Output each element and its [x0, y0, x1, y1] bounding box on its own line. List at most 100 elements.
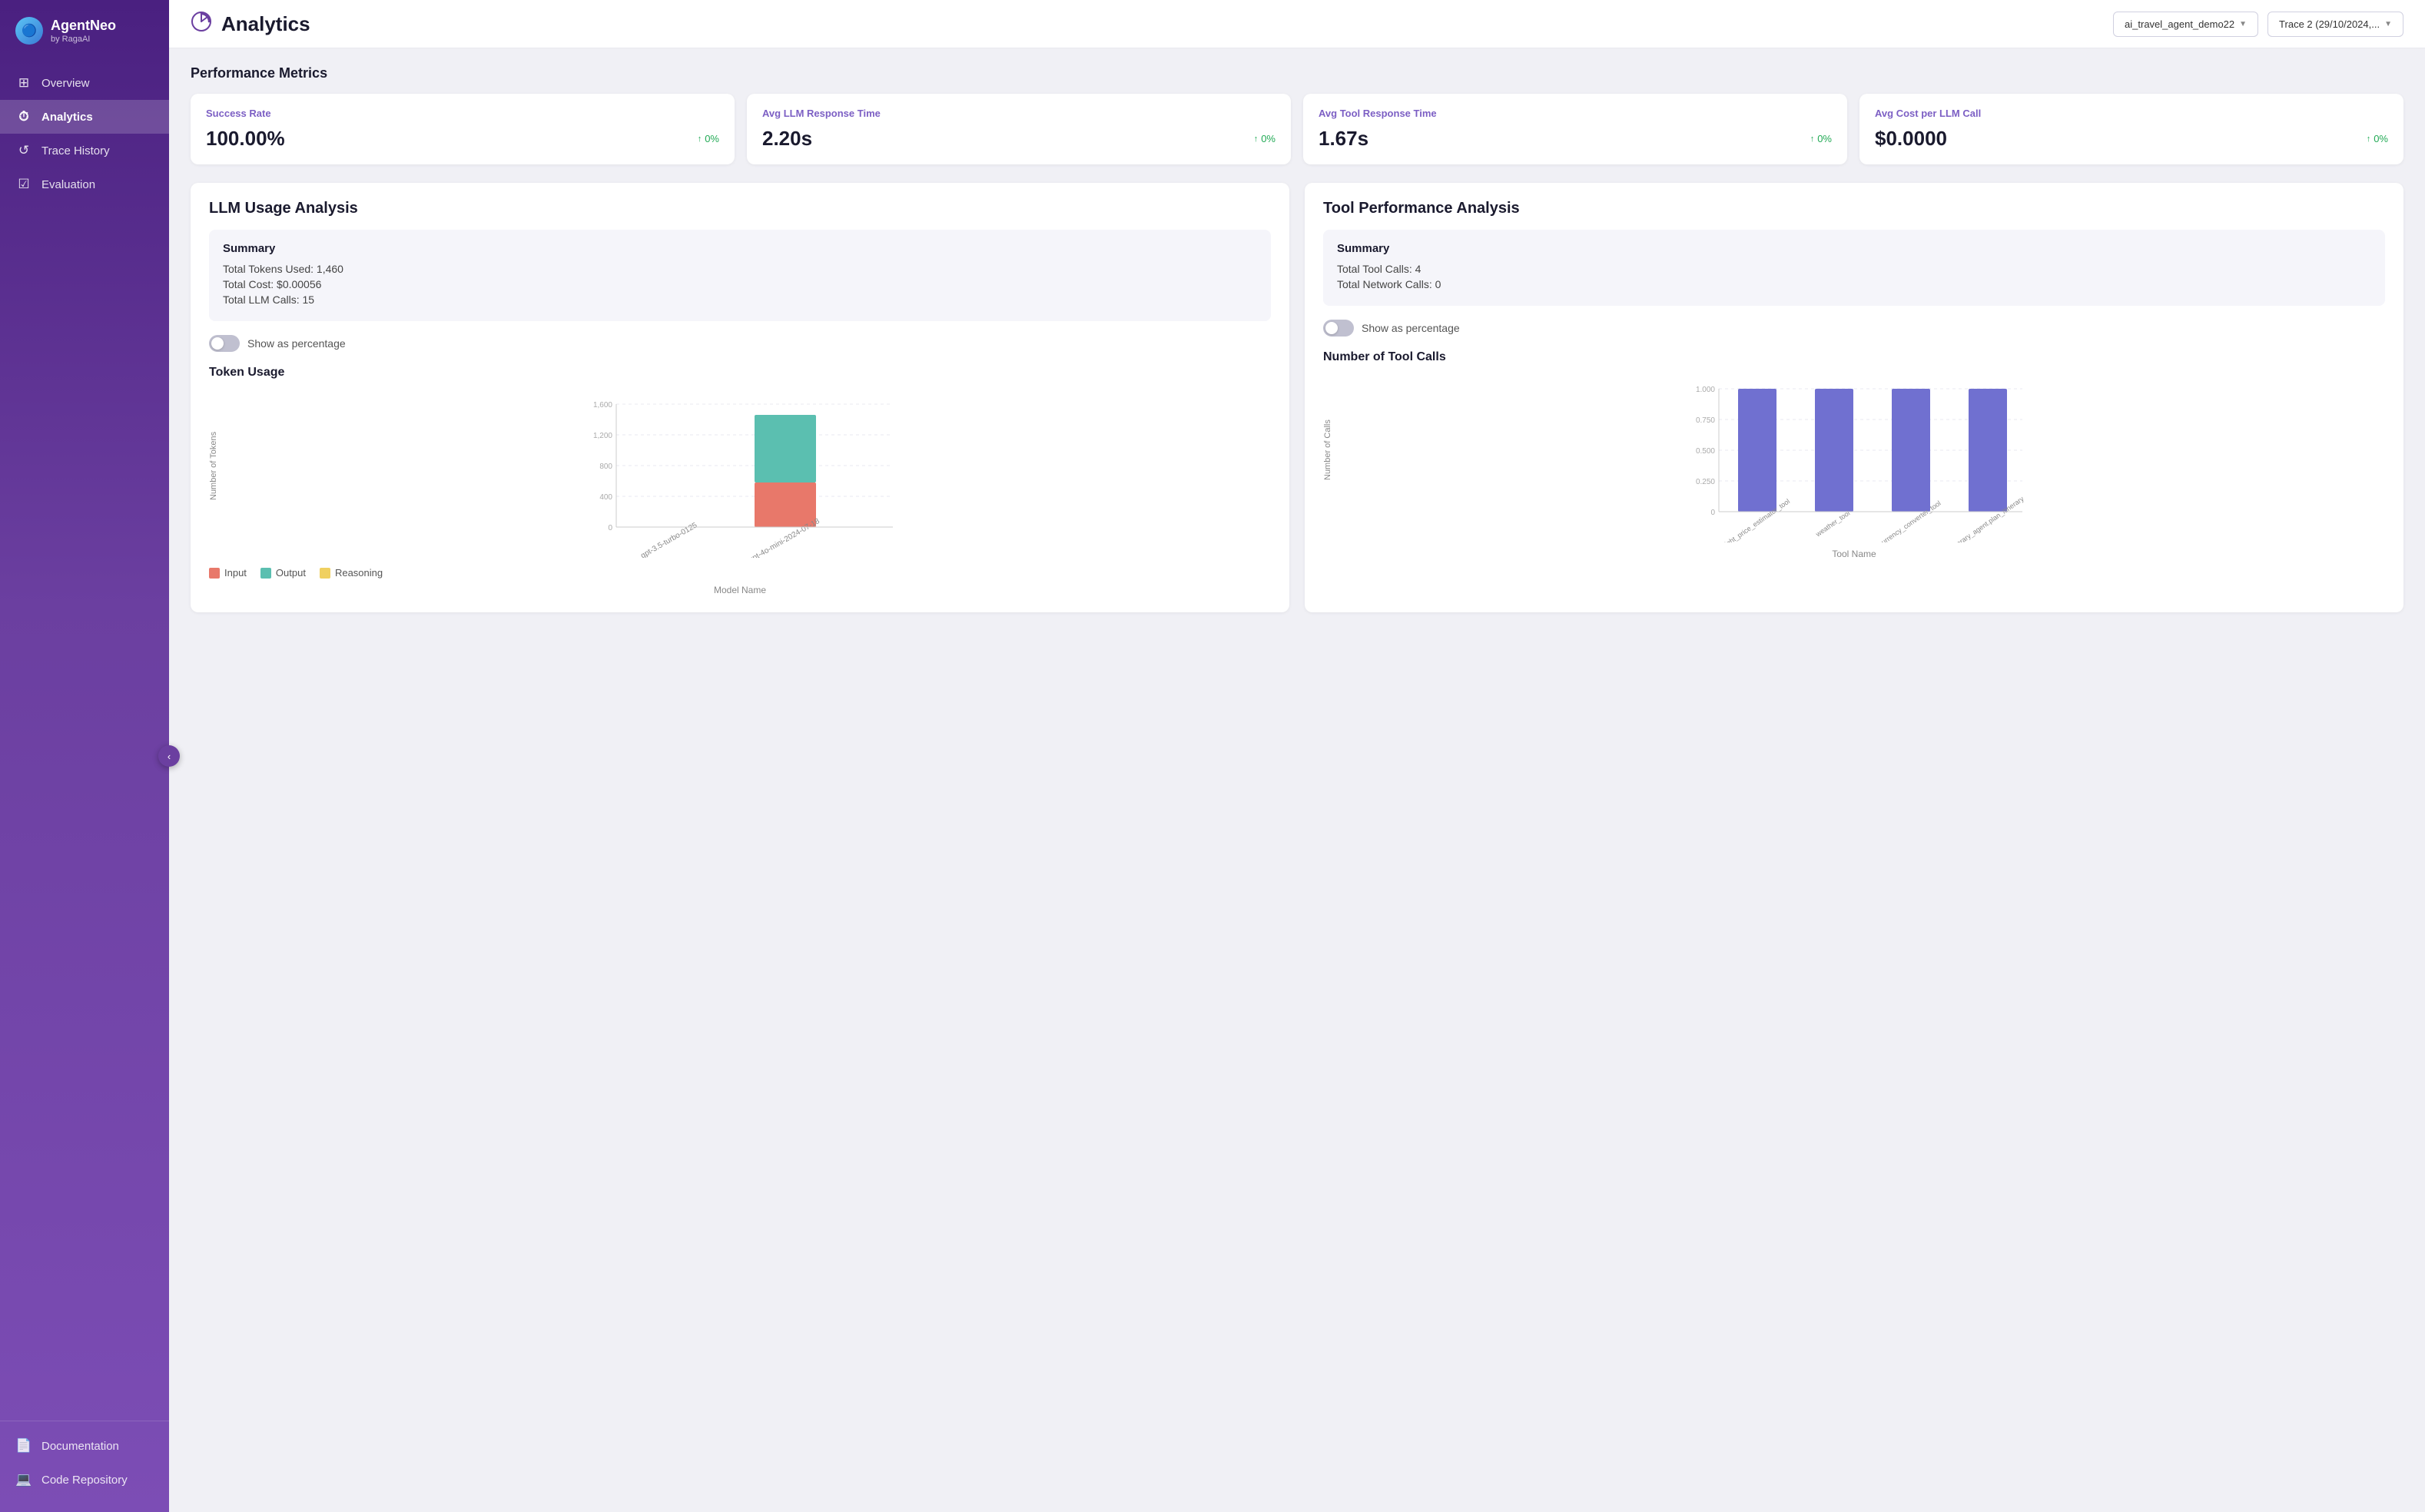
metric-label-3: Avg Cost per LLM Call — [1875, 108, 2388, 119]
metric-value-0: 100.00% — [206, 127, 285, 151]
svg-text:gpt-3.5-turbo-0125: gpt-3.5-turbo-0125 — [639, 521, 699, 558]
sidebar-item-documentation[interactable]: 📄 Documentation — [0, 1429, 169, 1463]
brand-sub: by RagaAI — [51, 35, 116, 44]
tool-analysis-title: Tool Performance Analysis — [1323, 200, 2385, 217]
brand-logo: 🔵 — [15, 17, 43, 45]
sidebar-item-label: Evaluation — [41, 178, 95, 191]
legend-output: Output — [260, 567, 306, 579]
tool-summary-line-0: Total Tool Calls: 4 — [1337, 263, 2371, 275]
llm-summary-box: Summary Total Tokens Used: 1,460 Total C… — [209, 230, 1271, 321]
metric-change-3: ↑ 0% — [2367, 133, 2388, 144]
tool-toggle-row: Show as percentage — [1323, 320, 2385, 337]
metric-value-3: $0.0000 — [1875, 127, 1947, 151]
sidebar-item-trace-history[interactable]: ↺ Trace History — [0, 134, 169, 167]
metric-value-2: 1.67s — [1319, 127, 1368, 151]
toggle-knob — [1325, 322, 1338, 334]
legend-dot-input — [209, 568, 220, 579]
metric-card-cost: Avg Cost per LLM Call $0.0000 ↑ 0% — [1859, 94, 2403, 164]
llm-percentage-toggle[interactable] — [209, 335, 240, 352]
collapse-button[interactable]: ‹ — [158, 745, 180, 767]
metric-change-0: ↑ 0% — [698, 133, 719, 144]
performance-section-title: Performance Metrics — [191, 65, 2403, 81]
bar-output — [755, 415, 816, 482]
tool-y-axis-label: Number of Calls — [1323, 373, 1332, 527]
llm-summary-line-0: Total Tokens Used: 1,460 — [223, 263, 1257, 275]
tool-percentage-toggle[interactable] — [1323, 320, 1354, 337]
tool-summary-title: Summary — [1337, 242, 2371, 255]
tool-chart-title: Number of Tool Calls — [1323, 350, 2385, 364]
nav-items: ⊞ Overview ⏱ Analytics ↺ Trace History ☑… — [0, 58, 169, 1421]
trace-select[interactable]: Trace 2 (29/10/2024,... ▼ — [2267, 12, 2403, 37]
trace-select-chevron: ▼ — [2384, 20, 2392, 28]
sidebar-item-label: Code Repository — [41, 1474, 128, 1487]
legend-reasoning: Reasoning — [320, 567, 383, 579]
metric-card-success-rate: Success Rate 100.00% ↑ 0% — [191, 94, 735, 164]
metric-change-1: ↑ 0% — [1254, 133, 1276, 144]
llm-y-axis-label: Number of Tokens — [209, 389, 218, 542]
svg-text:0.250: 0.250 — [1696, 478, 1715, 486]
tool-bar-chart: 1.000 0.750 0.500 0.250 0 flight_price_e… — [1337, 373, 2385, 542]
tool-analysis-panel: Tool Performance Analysis Summary Total … — [1305, 183, 2403, 612]
sidebar-item-label: Overview — [41, 77, 90, 90]
sidebar-item-overview[interactable]: ⊞ Overview — [0, 66, 169, 100]
overview-icon: ⊞ — [15, 75, 32, 91]
svg-text:1,200: 1,200 — [593, 432, 612, 440]
content-area: Performance Metrics Success Rate 100.00%… — [169, 48, 2425, 1512]
sidebar-header: 🔵 AgentNeo by RagaAI — [0, 0, 169, 58]
trace-select-value: Trace 2 (29/10/2024,... — [2279, 18, 2380, 30]
svg-text:weather_tool: weather_tool — [1813, 509, 1851, 539]
tool-toggle-label: Show as percentage — [1362, 322, 1460, 334]
llm-chart-title: Token Usage — [209, 366, 1271, 380]
arrow-up-icon: ↑ — [698, 134, 702, 144]
legend-input: Input — [209, 567, 247, 579]
bar-input — [755, 482, 816, 527]
code-repository-icon: 💻 — [15, 1472, 32, 1487]
sidebar-item-code-repository[interactable]: 💻 Code Repository — [0, 1463, 169, 1497]
arrow-up-icon: ↑ — [2367, 134, 2371, 144]
analysis-row: LLM Usage Analysis Summary Total Tokens … — [191, 183, 2403, 612]
svg-text:0: 0 — [608, 524, 612, 532]
page-title-area: Analytics — [191, 11, 310, 37]
legend-dot-output — [260, 568, 271, 579]
project-select-value: ai_travel_agent_demo22 — [2125, 18, 2234, 30]
project-select[interactable]: ai_travel_agent_demo22 ▼ — [2113, 12, 2258, 37]
tool-x-axis-label: Tool Name — [1323, 549, 2385, 559]
llm-toggle-label: Show as percentage — [247, 337, 346, 350]
llm-summary-line-1: Total Cost: $0.00056 — [223, 278, 1257, 290]
main-content: Analytics ai_travel_agent_demo22 ▼ Trace… — [169, 0, 2425, 1512]
svg-text:0.750: 0.750 — [1696, 416, 1715, 425]
llm-legend: Input Output Reasoning — [209, 567, 1271, 579]
analytics-icon: ⏱ — [15, 109, 32, 124]
llm-toggle-row: Show as percentage — [209, 335, 1271, 352]
toggle-knob — [211, 337, 224, 350]
page-title: Analytics — [221, 12, 310, 36]
sidebar-bottom: 📄 Documentation 💻 Code Repository — [0, 1421, 169, 1512]
project-select-chevron: ▼ — [2239, 20, 2247, 28]
llm-summary-line-2: Total LLM Calls: 15 — [223, 293, 1257, 306]
brand-name: AgentNeo — [51, 18, 116, 35]
metric-card-llm-response: Avg LLM Response Time 2.20s ↑ 0% — [747, 94, 1291, 164]
metric-label-0: Success Rate — [206, 108, 719, 119]
metric-label-2: Avg Tool Response Time — [1319, 108, 1832, 119]
svg-text:0.500: 0.500 — [1696, 447, 1715, 456]
svg-text:1,600: 1,600 — [593, 401, 612, 410]
bar-flight — [1738, 389, 1776, 512]
metric-label-1: Avg LLM Response Time — [762, 108, 1276, 119]
tool-summary-line-1: Total Network Calls: 0 — [1337, 278, 2371, 290]
svg-text:800: 800 — [599, 463, 612, 471]
svg-text:1.000: 1.000 — [1696, 386, 1715, 394]
bar-weather — [1815, 389, 1853, 512]
bar-itinerary — [1969, 389, 2007, 512]
trace-history-icon: ↺ — [15, 143, 32, 158]
sidebar-item-evaluation[interactable]: ☑ Evaluation — [0, 167, 169, 201]
llm-summary-title: Summary — [223, 242, 1257, 255]
documentation-icon: 📄 — [15, 1438, 32, 1454]
llm-analysis-title: LLM Usage Analysis — [209, 200, 1271, 217]
tool-summary-box: Summary Total Tool Calls: 4 Total Networ… — [1323, 230, 2385, 306]
svg-text:400: 400 — [599, 493, 612, 502]
bar-currency — [1892, 389, 1930, 512]
sidebar-item-label: Trace History — [41, 144, 110, 158]
analytics-page-icon — [191, 11, 212, 37]
sidebar-item-analytics[interactable]: ⏱ Analytics — [0, 100, 169, 134]
svg-text:0: 0 — [1710, 509, 1715, 517]
